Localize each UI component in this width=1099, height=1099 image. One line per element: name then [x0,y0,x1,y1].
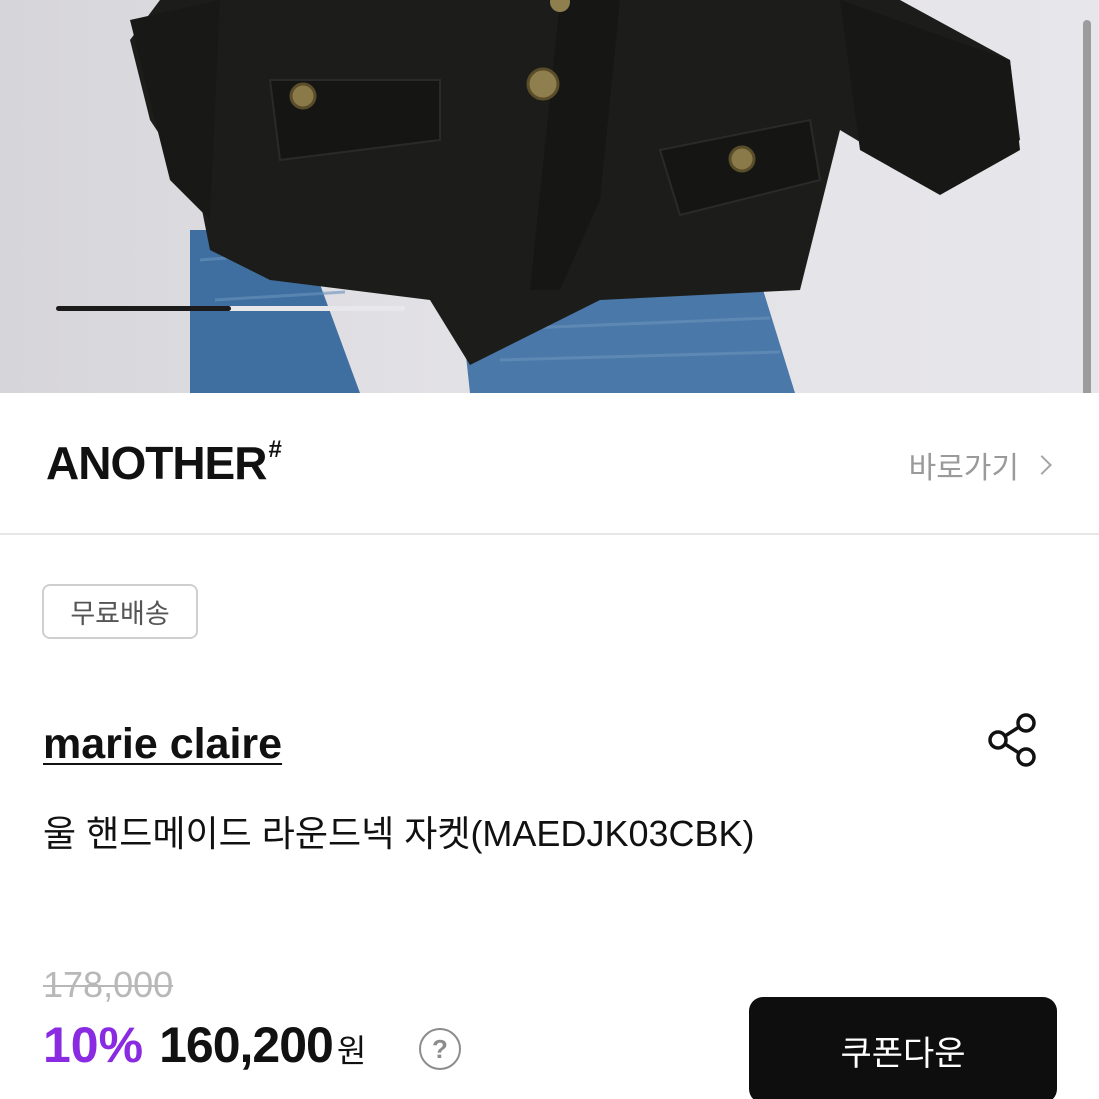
share-icon[interactable] [984,712,1040,768]
store-brand-bar: ANOTHER# 바로가기 [0,393,1099,535]
price-help-icon[interactable]: ? [419,1028,461,1070]
shortcut-link[interactable]: 바로가기 [908,443,1052,487]
jacket-photo [130,0,1020,393]
price-row: 10% 160,200 원 [43,1016,366,1074]
help-glyph: ? [432,1033,448,1064]
product-image[interactable] [0,0,1099,393]
badge-label: 무료배송 [70,599,170,629]
currency-unit: 원 [336,1033,367,1069]
progress-fill [56,306,231,311]
coupon-download-button[interactable]: 쿠폰다운 [749,997,1057,1099]
original-price: 178,000 [43,964,174,1005]
store-logo[interactable]: ANOTHER# [46,435,282,490]
free-shipping-badge: 무료배송 [42,584,198,639]
discount-rate: 10% [43,1017,144,1073]
chevron-right-icon [1032,455,1052,475]
product-title: 울 핸드메이드 라운드넥 자켓(MAEDJK03CBK) [43,813,755,854]
store-logo-mark: # [268,435,281,463]
coupon-button-label: 쿠폰다운 [840,1034,966,1073]
shortcut-label: 바로가기 [908,452,1019,485]
image-carousel-progress [56,306,405,311]
product-brand-link[interactable]: marie claire [43,720,282,769]
sale-price: 160,200 [159,1017,334,1073]
store-logo-text: ANOTHER [46,437,267,489]
